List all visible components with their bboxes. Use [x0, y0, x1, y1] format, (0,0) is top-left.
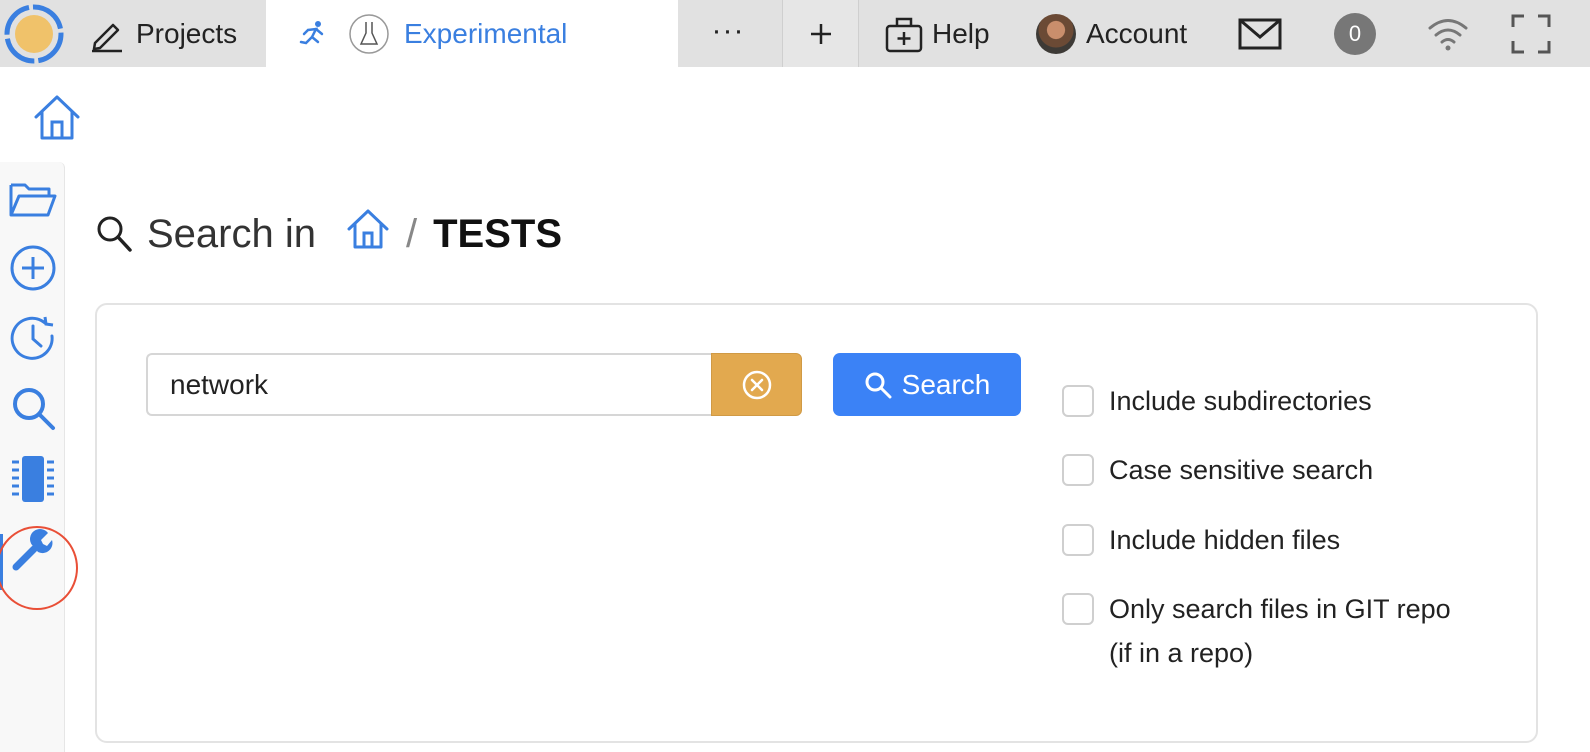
- clear-circle-icon: [742, 370, 771, 399]
- medkit-icon: [885, 17, 923, 52]
- plus-icon: [810, 23, 831, 44]
- search-icon: [13, 388, 55, 430]
- tab-experimental-label: Experimental: [404, 17, 568, 49]
- sidebar-item-settings[interactable]: [8, 525, 58, 575]
- new-tab-button[interactable]: [782, 0, 859, 67]
- notification-badge: 0: [1334, 12, 1376, 55]
- clear-search-button[interactable]: [711, 353, 802, 416]
- search-button-label: Search: [901, 368, 991, 400]
- checkbox[interactable]: [1062, 385, 1094, 417]
- sidebar-item-new[interactable]: [8, 243, 58, 293]
- option-label: Only search files in GIT repo: [1109, 594, 1451, 624]
- wrench-icon: [12, 529, 53, 571]
- app-logo[interactable]: [0, 0, 68, 67]
- home-button[interactable]: [31, 92, 83, 149]
- option-label: Case sensitive search: [1109, 455, 1374, 485]
- connection-status[interactable]: [1426, 0, 1470, 67]
- checkbox[interactable]: [1062, 593, 1094, 625]
- processor-icon: [12, 456, 54, 502]
- checkbox[interactable]: [1062, 454, 1094, 486]
- sidebar: [0, 162, 78, 752]
- messages-button[interactable]: [1238, 0, 1282, 67]
- tab-experimental[interactable]: Experimental: [266, 0, 678, 67]
- sidebar-item-files[interactable]: [8, 174, 58, 224]
- flask-icon: [349, 13, 389, 54]
- help-label: Help: [932, 17, 990, 49]
- sidebar-item-search[interactable]: [8, 383, 58, 433]
- breadcrumb-home[interactable]: [346, 208, 390, 260]
- search-icon: [97, 216, 132, 252]
- option-git-only[interactable]: Only search files in GIT repo (if in a r…: [1062, 587, 1502, 675]
- search-icon: [865, 372, 892, 398]
- projects-tab[interactable]: Projects: [88, 0, 237, 67]
- logo-icon: [4, 4, 64, 63]
- history-icon: [10, 316, 54, 360]
- account-label: Account: [1086, 17, 1188, 49]
- option-label: Include hidden files: [1109, 525, 1341, 555]
- option-case-sensitive[interactable]: Case sensitive search: [1062, 448, 1502, 492]
- notifications-button[interactable]: 0: [1334, 0, 1376, 67]
- option-include-subdirectories[interactable]: Include subdirectories: [1062, 379, 1502, 423]
- top-bar: Projects Experimental ··· Help Account 0: [0, 0, 1590, 67]
- plus-circle-icon: [10, 245, 56, 291]
- mail-icon: [1238, 18, 1282, 49]
- wifi-icon: [1428, 18, 1468, 50]
- page-title: Search in / TESTS: [95, 206, 562, 262]
- more-label: ···: [711, 13, 745, 47]
- search-input[interactable]: [146, 353, 712, 416]
- more-tabs-button[interactable]: ···: [700, 0, 756, 67]
- pencil-icon: [92, 23, 122, 52]
- help-button[interactable]: Help: [884, 0, 990, 67]
- sidebar-item-history[interactable]: [8, 313, 58, 363]
- option-label-line2: (if in a repo): [1109, 638, 1254, 668]
- option-hidden-files[interactable]: Include hidden files: [1062, 518, 1502, 562]
- home-icon: [34, 95, 80, 140]
- fullscreen-button[interactable]: [1510, 0, 1552, 67]
- account-button[interactable]: Account: [1036, 0, 1187, 67]
- avatar: [1036, 13, 1076, 54]
- home-icon: [347, 209, 389, 249]
- option-label-wrap: Only search files in GIT repo (if in a r…: [1109, 587, 1451, 675]
- running-figure-icon: [299, 20, 324, 44]
- breadcrumb-separator: /: [405, 211, 418, 256]
- breadcrumb-current-folder[interactable]: TESTS: [433, 212, 562, 257]
- search-panel: Search Include subdirectories Case sensi…: [95, 303, 1538, 743]
- search-button[interactable]: Search: [833, 353, 1021, 416]
- title-prefix: Search in: [147, 211, 316, 256]
- projects-label: Projects: [136, 17, 238, 49]
- sidebar-item-processes[interactable]: [8, 454, 58, 504]
- checkbox[interactable]: [1062, 524, 1094, 556]
- expand-icon: [1511, 14, 1551, 53]
- folder-open-icon: [9, 183, 57, 217]
- option-label: Include subdirectories: [1109, 386, 1372, 416]
